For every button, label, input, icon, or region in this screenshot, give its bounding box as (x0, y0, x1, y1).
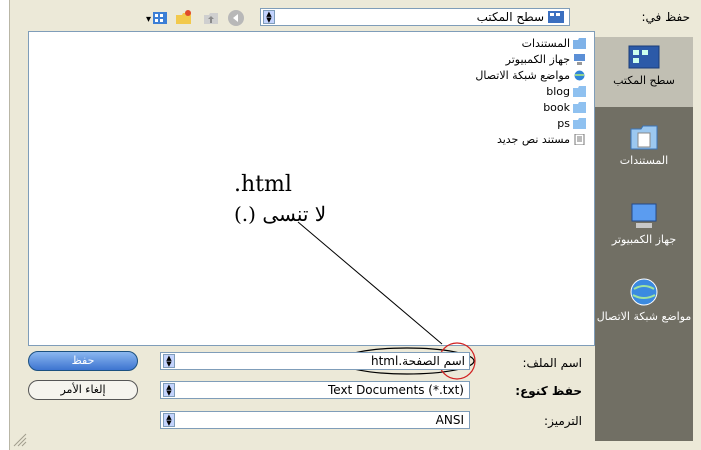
places-bar: سطح المكتب المستندات جهاز الكمبيوتر مواض… (595, 37, 693, 441)
save-as-type-select[interactable]: Text Documents (*.txt) ▲ ▼ (160, 381, 470, 399)
place-desktop[interactable]: سطح المكتب (595, 37, 693, 107)
place-label: جهاز الكمبيوتر (611, 233, 677, 246)
place-label: مواضع شبكة الاتصال (596, 310, 692, 323)
save-as-type-label: حفظ كنوع: (515, 384, 582, 398)
file-name-dropdown[interactable]: ▲ ▼ (163, 354, 175, 368)
resize-grip-icon[interactable] (12, 432, 28, 448)
cancel-button[interactable]: إلغاء الأمر (28, 380, 138, 400)
encoding-dropdown[interactable]: ▲ ▼ (163, 413, 175, 427)
desktop-icon (628, 45, 660, 69)
file-name-input[interactable]: اسم الصفحة.html ▲ ▼ (160, 352, 470, 370)
save-as-type-value: Text Documents (*.txt) (327, 383, 464, 397)
file-name-value: اسم الصفحة.html (371, 354, 465, 368)
place-label: المستندات (619, 154, 669, 167)
file-name-label: اسم الملف: (522, 356, 582, 370)
encoding-value: ANSI (435, 413, 464, 427)
save-button[interactable]: حفظ (28, 351, 138, 371)
computer-icon (631, 203, 657, 228)
network-icon (630, 278, 658, 306)
save-as-type-dropdown[interactable]: ▲ ▼ (163, 383, 175, 397)
encoding-select[interactable]: ANSI ▲ ▼ (160, 411, 470, 429)
place-documents[interactable]: المستندات (595, 125, 693, 185)
documents-icon (630, 125, 658, 150)
annotation-pointer-line (297, 221, 443, 345)
place-my-computer[interactable]: جهاز الكمبيوتر (595, 202, 693, 262)
place-label: سطح المكتب (613, 74, 675, 87)
place-network[interactable]: مواضع شبكة الاتصال (595, 277, 693, 347)
save-as-dialog: حفظ في: سطح المكتب ▲ ▼ ▾ المستندات جهاز ا… (9, 0, 701, 450)
encoding-label: الترميز: (544, 414, 582, 428)
